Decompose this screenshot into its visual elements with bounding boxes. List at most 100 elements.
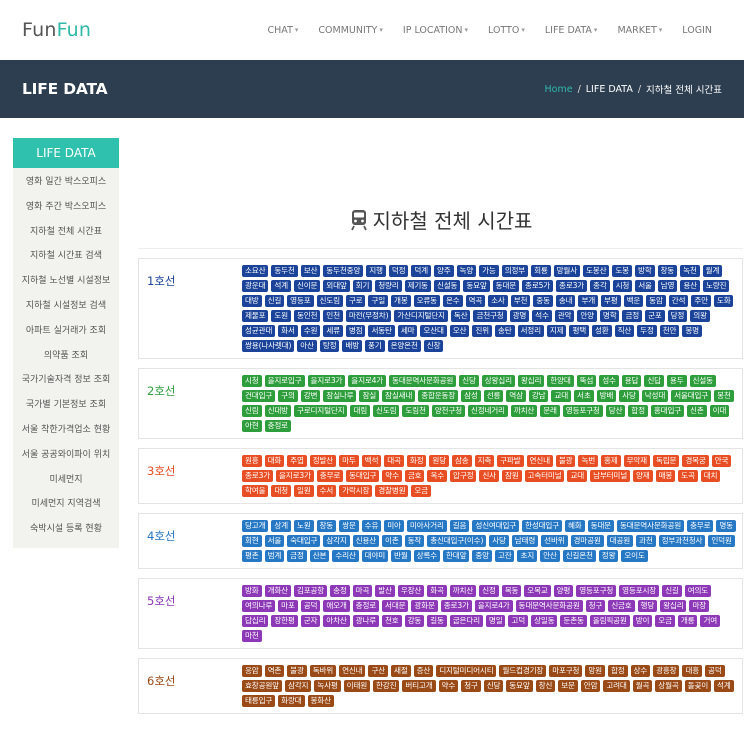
station-button[interactable]: 종로5가 <box>522 280 554 292</box>
station-button[interactable]: 선바위 <box>541 535 568 547</box>
station-button[interactable]: 신대방 <box>264 405 291 417</box>
station-button[interactable]: 석수 <box>532 310 552 322</box>
station-button[interactable]: 신도림 <box>373 405 400 417</box>
station-button[interactable]: 온양온천 <box>387 340 421 352</box>
station-button[interactable]: 답십리 <box>242 615 269 627</box>
station-button[interactable]: 금천구청 <box>473 310 507 322</box>
station-button[interactable]: 온수 <box>442 295 463 307</box>
station-button[interactable]: 신창 <box>423 340 444 352</box>
station-button[interactable]: 평촌 <box>242 550 262 562</box>
station-button[interactable]: 망원 <box>585 665 605 677</box>
station-button[interactable]: 효창공원앞 <box>242 680 282 692</box>
station-button[interactable]: 대청 <box>271 485 291 497</box>
station-button[interactable]: 대야미 <box>361 550 389 562</box>
station-button[interactable]: 관악 <box>554 310 575 322</box>
station-button[interactable]: 연신내 <box>339 665 366 677</box>
station-button[interactable]: 신림 <box>242 405 262 417</box>
station-button[interactable]: 쌍용(나사렛대) <box>242 340 295 352</box>
station-button[interactable]: 방화 <box>242 585 262 597</box>
station-button[interactable]: 강변 <box>300 390 321 402</box>
station-button[interactable]: 지제 <box>546 325 567 337</box>
station-button[interactable]: 안국 <box>711 455 732 467</box>
station-button[interactable]: 석계 <box>714 680 734 692</box>
station-button[interactable]: 월곡 <box>632 680 653 692</box>
station-button[interactable]: 장한평 <box>271 615 298 627</box>
station-button[interactable]: 고속터미널 <box>524 470 565 482</box>
station-button[interactable]: 대곡 <box>384 455 404 467</box>
station-button[interactable]: 오금 <box>655 615 675 627</box>
station-button[interactable]: 배방 <box>342 340 362 352</box>
station-button[interactable]: 왕십리 <box>660 600 687 612</box>
sidebar-item[interactable]: 서울 착한가격업소 현황 <box>13 418 119 443</box>
station-button[interactable]: 영등포시장 <box>619 585 660 597</box>
station-button[interactable]: 평택 <box>569 325 590 337</box>
station-button[interactable]: 인덕원 <box>708 535 735 547</box>
station-button[interactable]: 신설동 <box>433 280 461 292</box>
station-button[interactable]: 안양 <box>577 310 597 322</box>
station-button[interactable]: 명동 <box>716 520 736 532</box>
station-button[interactable]: 서초 <box>574 390 594 402</box>
station-button[interactable]: 제기동 <box>404 280 431 292</box>
station-button[interactable]: 석계 <box>271 280 291 292</box>
station-button[interactable]: 중앙 <box>472 550 492 562</box>
station-button[interactable]: 오목교 <box>524 585 551 597</box>
station-button[interactable]: 을지로4가 <box>348 375 387 387</box>
station-button[interactable]: 경복궁 <box>682 455 709 467</box>
station-button[interactable]: 동암 <box>646 295 666 307</box>
station-button[interactable]: 종합운동장 <box>418 390 459 402</box>
station-button[interactable]: 송탄 <box>494 325 515 337</box>
station-button[interactable]: 가산디지털단지 <box>394 310 448 322</box>
station-button[interactable]: 봉천 <box>714 390 734 402</box>
station-button[interactable]: 녹천 <box>680 265 700 277</box>
station-button[interactable]: 청구 <box>585 600 606 612</box>
station-button[interactable]: 화정 <box>406 455 427 467</box>
station-button[interactable]: 주안 <box>691 295 711 307</box>
station-button[interactable]: 낙성대 <box>641 390 669 402</box>
station-button[interactable]: 충무로 <box>687 520 714 532</box>
station-button[interactable]: 부개 <box>578 295 599 307</box>
station-button[interactable]: 서울 <box>635 280 655 292</box>
station-button[interactable]: 방이 <box>632 615 653 627</box>
station-button[interactable]: 불광 <box>555 455 576 467</box>
station-button[interactable]: 신금호 <box>608 600 635 612</box>
sidebar-item[interactable]: 영화 일간 박스오피스 <box>13 170 119 195</box>
station-button[interactable]: 동인천 <box>293 310 321 322</box>
station-button[interactable]: 태릉입구 <box>242 695 276 707</box>
station-button[interactable]: 우장산 <box>397 585 425 597</box>
station-button[interactable]: 동대문 <box>492 280 520 292</box>
sidebar-header[interactable]: LIFE DATA <box>13 138 119 168</box>
station-button[interactable]: 충무로 <box>316 470 344 482</box>
station-button[interactable]: 서정리 <box>517 325 544 337</box>
station-button[interactable]: 신정 <box>479 585 499 597</box>
station-button[interactable]: 주엽 <box>287 455 307 467</box>
station-button[interactable]: 여의나루 <box>242 600 276 612</box>
station-button[interactable]: 녹사평 <box>314 680 341 692</box>
station-button[interactable]: 을지로4가 <box>474 600 513 612</box>
station-button[interactable]: 성환 <box>592 325 612 337</box>
station-button[interactable]: 수원 <box>300 325 321 337</box>
station-button[interactable]: 독바위 <box>309 665 337 677</box>
breadcrumb-home[interactable]: Home <box>545 84 573 95</box>
sidebar-item[interactable]: 아파트 실거래가 조회 <box>13 319 119 344</box>
station-button[interactable]: 교대 <box>551 390 572 402</box>
station-button[interactable]: 양평 <box>553 585 574 597</box>
station-button[interactable]: 도원 <box>271 310 291 322</box>
station-button[interactable]: 상록수 <box>413 550 440 562</box>
station-button[interactable]: 마곡 <box>352 585 373 597</box>
station-button[interactable]: 아현 <box>242 420 262 432</box>
nav-market[interactable]: MARKET ▾ <box>607 25 672 36</box>
station-button[interactable]: 화서 <box>278 325 298 337</box>
station-button[interactable]: 경마공원 <box>570 535 604 547</box>
station-button[interactable]: 초지 <box>517 550 538 562</box>
station-button[interactable]: 반월 <box>391 550 411 562</box>
station-button[interactable]: 선릉 <box>483 390 504 402</box>
station-button[interactable]: 숙대입구 <box>287 535 321 547</box>
station-button[interactable]: 금호 <box>404 470 425 482</box>
station-button[interactable]: 도림천 <box>402 405 429 417</box>
station-button[interactable]: 시청 <box>612 280 633 292</box>
sidebar-item[interactable]: 숙박시설 등록 현황 <box>13 517 119 542</box>
station-button[interactable]: 동묘앞 <box>506 680 533 692</box>
station-button[interactable]: 목동 <box>501 585 522 597</box>
sidebar-item[interactable]: 미세먼지 지역검색 <box>13 492 119 517</box>
station-button[interactable]: 동두천중앙 <box>323 265 364 277</box>
